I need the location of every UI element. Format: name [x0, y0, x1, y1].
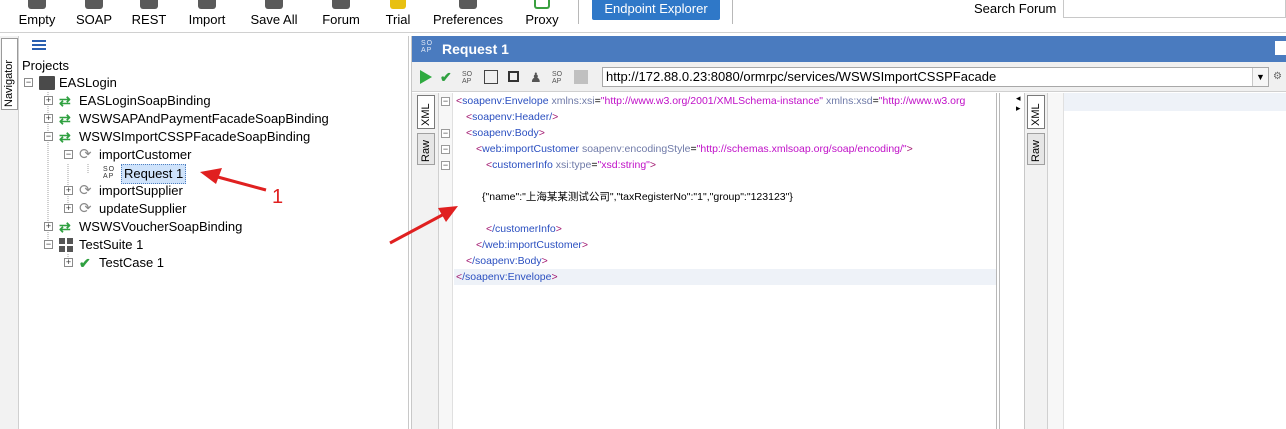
restore-icon[interactable]: [1275, 41, 1286, 55]
xml-line-current: </soapenv:Envelope>: [454, 269, 996, 285]
trial-icon: [390, 0, 406, 9]
disabled-action-icon: [574, 70, 588, 84]
xml-line: {"name":"上海某某测试公司","taxRegisterNo":"1","…: [482, 191, 793, 203]
expand-icon[interactable]: +: [44, 222, 53, 231]
operation-icon: ⟳: [79, 146, 92, 163]
xml-line: <soapenv:Envelope xmlns:xsi="http://www.…: [456, 95, 966, 107]
binding-icon: ⇄: [59, 219, 71, 235]
split-handle[interactable]: ◂ ▸: [1015, 93, 1025, 429]
tab-response-raw[interactable]: Raw: [1027, 133, 1045, 165]
save-all-button[interactable]: Save All: [248, 0, 300, 33]
search-forum-label: Search Forum: [974, 1, 1057, 16]
xml-line: <soapenv:Header/>: [466, 111, 559, 123]
preferences-button[interactable]: Preferences: [432, 0, 504, 33]
fullscreen-icon[interactable]: [484, 70, 498, 84]
binding-icon: ⇄: [59, 111, 71, 127]
projects-root: Projects: [22, 58, 69, 73]
checkmark-icon: ✔: [79, 255, 91, 271]
xml-line: </soapenv:Body>: [466, 255, 548, 267]
soap-request-icon: SO AP: [103, 166, 116, 180]
add-assertion-icon[interactable]: ✔: [440, 69, 456, 85]
search-forum-input[interactable]: [1063, 0, 1286, 18]
collapse-icon[interactable]: −: [64, 150, 73, 159]
tree-view-icon[interactable]: [32, 40, 46, 50]
collapse-icon[interactable]: −: [44, 132, 53, 141]
expand-icon[interactable]: +: [44, 96, 53, 105]
save-all-icon: [265, 0, 283, 9]
collapse-icon[interactable]: −: [24, 78, 33, 87]
request-editor-panel: SO AP Request 1 ✔ SO AP ♟ SO AP http://172.…: [411, 36, 1286, 429]
project-tree-panel: Projects − EASLogin + ⇄ EASLoginSoapBind…: [20, 36, 409, 429]
forum-button[interactable]: Forum: [320, 0, 362, 33]
submit-request-icon[interactable]: [420, 70, 432, 84]
expand-icon[interactable]: +: [64, 204, 73, 213]
request-title: Request 1: [442, 41, 509, 57]
binding-icon: ⇄: [59, 93, 71, 109]
collapse-icon[interactable]: −: [44, 240, 53, 249]
preferences-icon: [459, 0, 477, 9]
xml-line: </customerInfo>: [486, 223, 562, 235]
ws-a-icon[interactable]: SO AP: [462, 71, 478, 87]
proxy-icon: [534, 0, 550, 9]
main-toolbar: Empty SOAP REST Import Save All Forum Tr…: [0, 0, 1286, 33]
tab-raw[interactable]: Raw: [417, 133, 435, 165]
request-editor-tabs: XML Raw: [412, 93, 439, 429]
navigator-tab[interactable]: Navigator: [1, 38, 18, 110]
endpoint-explorer-button[interactable]: Endpoint Explorer: [592, 0, 720, 20]
xml-line: <customerInfo xsi:type="xsd:string">: [486, 159, 657, 171]
operation-icon: ⟳: [79, 182, 92, 199]
folder-icon: [39, 76, 55, 90]
tab-xml[interactable]: XML: [417, 95, 435, 129]
fold-icon[interactable]: −: [441, 161, 450, 170]
fold-gutter: − − − −: [439, 93, 453, 429]
xml-line: </web:importCustomer>: [476, 239, 589, 251]
fold-icon[interactable]: −: [441, 145, 450, 154]
annotation-number: 1: [272, 186, 284, 208]
fold-icon[interactable]: −: [441, 97, 450, 106]
chevron-down-icon[interactable]: ▼: [1252, 68, 1268, 86]
soap-request-icon: SO AP: [421, 40, 434, 54]
import-button[interactable]: Import: [184, 0, 230, 33]
endpoint-url-select[interactable]: http://172.88.0.23:8080/ormrpc/services/…: [602, 67, 1269, 87]
trial-button[interactable]: Trial: [382, 0, 414, 33]
forum-icon: [332, 0, 350, 9]
proxy-button[interactable]: Proxy: [524, 0, 560, 33]
response-editor[interactable]: [1064, 93, 1286, 111]
binding-icon: ⇄: [59, 129, 71, 145]
rest-icon: [140, 0, 158, 9]
user-icon[interactable]: ♟: [530, 70, 546, 86]
fold-icon[interactable]: −: [441, 129, 450, 138]
rest-button[interactable]: REST: [130, 0, 168, 33]
wss-icon[interactable]: SO AP: [552, 71, 568, 87]
xml-line: <soapenv:Body>: [466, 127, 545, 139]
expand-right-icon[interactable]: ▸: [1016, 103, 1021, 114]
response-editor-tabs: XML Raw: [1025, 93, 1048, 429]
expand-icon[interactable]: +: [44, 114, 53, 123]
empty-button[interactable]: Empty: [14, 0, 60, 33]
import-icon: [198, 0, 216, 9]
expand-icon[interactable]: +: [64, 258, 73, 267]
editor-scrollbar[interactable]: [996, 93, 1000, 429]
stop-icon[interactable]: [508, 71, 519, 82]
soap-button[interactable]: SOAP: [74, 0, 114, 33]
empty-icon: [28, 0, 46, 9]
xml-request-editor[interactable]: <soapenv:Envelope xmlns:xsi="http://www.…: [454, 93, 996, 429]
soap-icon: [85, 0, 103, 9]
tab-response-xml[interactable]: XML: [1027, 95, 1045, 129]
testsuite-icon: [59, 238, 75, 252]
toolbar-separator: [578, 0, 579, 24]
toolbar-separator: [732, 0, 733, 24]
options-icon[interactable]: ⚙: [1273, 71, 1285, 83]
request-titlebar: SO AP Request 1: [412, 36, 1286, 62]
response-gutter: [1048, 93, 1064, 429]
xml-line: <web:importCustomer soapenv:encodingStyl…: [476, 143, 913, 155]
request-toolbar: ✔ SO AP ♟ SO AP http://172.88.0.23:8080/or…: [412, 62, 1286, 92]
navigator-strip: Navigator: [0, 36, 19, 429]
expand-icon[interactable]: +: [64, 186, 73, 195]
operation-icon: ⟳: [79, 200, 92, 217]
